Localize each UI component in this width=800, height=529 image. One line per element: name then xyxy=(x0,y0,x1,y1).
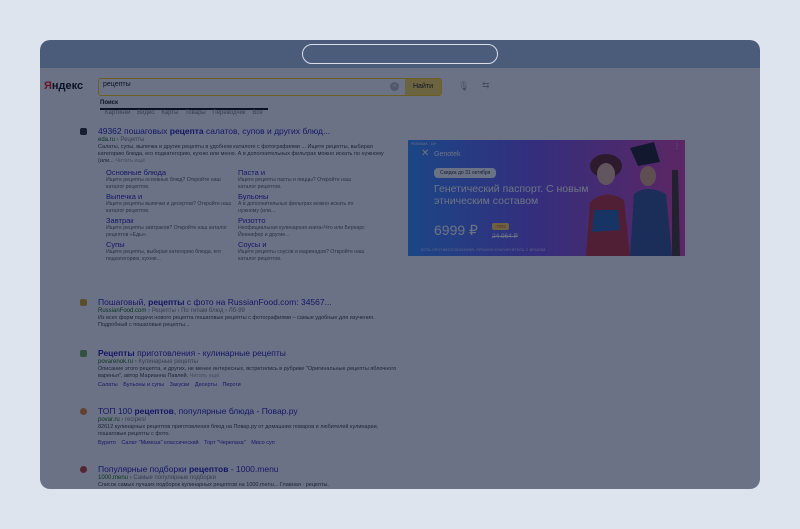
ad-people-photo xyxy=(586,142,680,256)
ad-discount-badge: -72% xyxy=(492,223,509,230)
result-url[interactable]: povar.ru › recipes/ xyxy=(98,417,398,423)
tab-search[interactable]: Поиск xyxy=(100,100,268,110)
ad-old-price: 24 964 ₽ xyxy=(492,233,518,240)
result-title[interactable]: 49362 пошаговых рецепта салатов, супов и… xyxy=(98,126,398,136)
tab-images[interactable]: Картинки xyxy=(105,110,130,116)
sitelink[interactable]: Выпечка и Ищете рецепты выпечки и десерто… xyxy=(106,192,238,214)
result-url[interactable]: povarenok.ru › Кулинарные рецепты xyxy=(98,359,398,365)
tab-products[interactable]: Товары xyxy=(185,110,206,116)
result-url[interactable]: eda.ru › Рецепты xyxy=(98,137,398,143)
quick-link[interactable]: Мисо суп xyxy=(251,440,275,446)
favicon-icon xyxy=(80,408,87,415)
result-title[interactable]: Популярные подборки рецептов - 1000.menu xyxy=(98,464,398,474)
sitelink[interactable]: Паста и Ищете рецепты пасты и пиццы? Откр… xyxy=(238,168,370,190)
favicon-icon xyxy=(80,299,87,306)
quick-link[interactable]: Десерты xyxy=(195,382,217,388)
address-bar[interactable] xyxy=(302,44,498,64)
quick-link[interactable]: Торт "Черепаха" xyxy=(204,440,246,446)
sitelink[interactable]: Супы Ищете рецепты, выбирая категорию блю… xyxy=(106,240,238,262)
favicon-icon xyxy=(80,128,87,135)
read-more-link[interactable]: Читать ещё xyxy=(190,373,220,379)
result-snippet: Из всех форм подачи нового рецепта пошаг… xyxy=(98,315,375,328)
search-box: × Найти xyxy=(98,78,442,96)
filter-icon[interactable]: ⇆ xyxy=(482,80,490,91)
favicon-icon xyxy=(80,350,87,357)
result-title[interactable]: Рецепты приготовления - кулинарные рецеп… xyxy=(98,348,398,358)
quick-link[interactable]: Бульоны и супы xyxy=(123,382,164,388)
ad-price: 6999 ₽ xyxy=(434,222,478,238)
ad-brand: Genotek xyxy=(434,151,461,158)
quick-link[interactable]: Пироги xyxy=(222,382,240,388)
quick-link[interactable]: Закуски xyxy=(170,382,190,388)
search-tabs: Поиск Картинки Видео Карты Товары Перево… xyxy=(100,100,268,116)
ad-label: РЕКЛАМА · 18+ xyxy=(411,142,437,146)
search-results-page: Яндекс × Найти 🎙 ⇆ Поиск Картинки Видео … xyxy=(40,68,760,489)
sitelink[interactable]: Завтрак Ищете рецепты завтраков? Откройте… xyxy=(106,216,238,238)
microphone-icon[interactable]: 🎙 xyxy=(458,81,469,92)
sitelink[interactable]: Основные блюда Ищете рецепты основных блю… xyxy=(106,168,238,190)
ad-promo-pill: Скидка до 31 октября xyxy=(434,168,497,178)
result-title[interactable]: Пошаговый, рецепты с фото на RussianFood… xyxy=(98,297,398,307)
sitelink[interactable]: Соусы и Ищете рецепты соусов и маринадов?… xyxy=(238,240,370,262)
search-input[interactable] xyxy=(103,81,383,88)
search-result: Пошаговый, рецепты с фото на RussianFood… xyxy=(80,297,398,329)
favicon-icon xyxy=(80,466,87,473)
read-more-link[interactable]: Читать ещё xyxy=(115,158,145,164)
genotek-logo-icon: ✕ xyxy=(421,148,430,159)
tab-video[interactable]: Видео xyxy=(137,110,155,116)
quick-links: Бурито Салат "Мимоза" классический Торт … xyxy=(98,440,398,446)
tab-translator[interactable]: Переводчик xyxy=(212,110,245,116)
sitelink[interactable]: Бульоны А в дополнительных фильтрах можно… xyxy=(238,192,370,214)
ad-banner[interactable]: РЕКЛАМА · 18+ ✕ Genotek ⋮ Скидка до 31 о… xyxy=(408,140,685,256)
browser-window: Яндекс × Найти 🎙 ⇆ Поиск Картинки Видео … xyxy=(40,40,760,489)
result-snippet: 82612 кулинарных рецептов приготовления … xyxy=(98,424,379,437)
ad-disclaimer: ЕСТЬ ПРОТИВОПОКАЗАНИЯ. ПРОКОНСУЛЬТИРУЙТЕ… xyxy=(421,248,546,252)
result-snippet: Список самых лучших подборок кулинарных … xyxy=(98,482,329,488)
quick-link[interactable]: Салаты xyxy=(98,382,118,388)
browser-toolbar xyxy=(40,40,760,68)
result-title[interactable]: ТОП 100 рецептов, популярные блюда - Пов… xyxy=(98,406,398,416)
quick-link[interactable]: Бурито xyxy=(98,440,116,446)
find-button[interactable]: Найти xyxy=(405,79,441,95)
quick-link[interactable]: Салат "Мимоза" классический xyxy=(121,440,198,446)
search-result: Рецепты приготовления - кулинарные рецеп… xyxy=(80,348,398,388)
result-snippet: Описание этого рецепта, и других, не мен… xyxy=(98,366,397,379)
search-result: Популярные подборки рецептов - 1000.menu… xyxy=(80,464,398,489)
quick-links: Салаты Бульоны и супы Закуски Десерты Пи… xyxy=(98,382,398,388)
result-url[interactable]: RussianFood.com › Рецепты › По типам блю… xyxy=(98,308,398,314)
result-snippet: Салаты, супы, выпечка и другие рецепты в… xyxy=(98,144,384,164)
clear-icon[interactable]: × xyxy=(390,82,399,91)
sitelinks: Основные блюда Ищете рецепты основных блю… xyxy=(98,168,398,262)
tab-maps[interactable]: Карты xyxy=(161,110,178,116)
sitelink[interactable]: Ризотто Неофициальная кулинарная книга«Чт… xyxy=(238,216,370,238)
yandex-logo[interactable]: Яндекс xyxy=(44,80,83,92)
tab-all[interactable]: Все xyxy=(252,110,262,116)
search-result: ТОП 100 рецептов, популярные блюда - Пов… xyxy=(80,406,398,446)
result-url[interactable]: 1000.menu › Самые популярные подборки xyxy=(98,475,398,481)
search-result: 49362 пошаговых рецепта салатов, супов и… xyxy=(80,126,398,262)
